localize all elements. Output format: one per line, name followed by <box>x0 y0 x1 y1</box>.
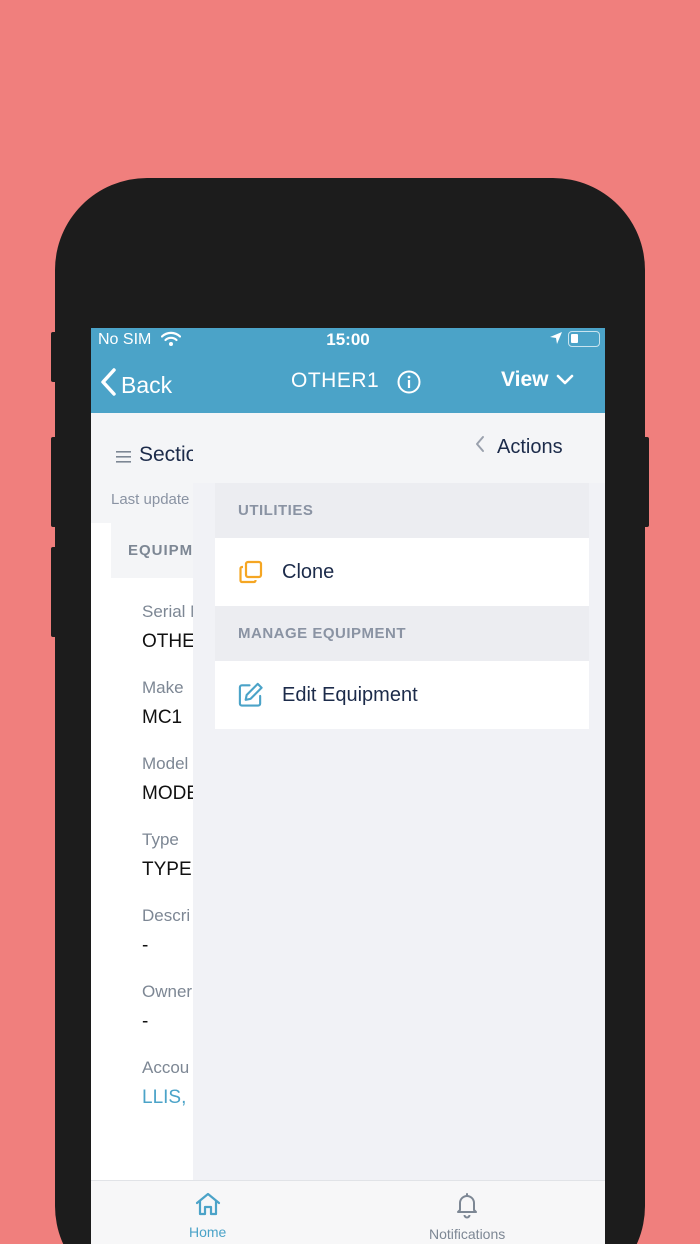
navigation-bar: Back OTHER1 View <box>91 354 605 413</box>
home-icon <box>194 1191 222 1220</box>
page-title: OTHER1 <box>291 369 380 392</box>
last-updated-text: Last update <box>111 491 190 508</box>
bell-icon <box>454 1191 480 1222</box>
info-icon[interactable] <box>397 370 421 399</box>
phone-volume-up <box>51 437 59 527</box>
field-value-account-link[interactable]: LLIS, I <box>142 1087 197 1109</box>
actions-panel-header: Actions <box>193 413 605 483</box>
tab-notifications[interactable]: Notifications <box>429 1191 505 1242</box>
equipment-section-title: EQUIPM <box>128 542 194 559</box>
edit-equipment-label: Edit Equipment <box>282 683 418 706</box>
menu-lines-icon[interactable] <box>116 450 132 469</box>
status-bar: No SIM 15:00 <box>91 328 605 354</box>
view-label: View <box>501 368 549 391</box>
back-label: Back <box>121 371 173 398</box>
phone-volume-down <box>51 547 59 637</box>
field-label-account: Accou <box>142 1058 190 1077</box>
actions-panel: Actions UTILITIES Clone MANAGE EQUIPMENT <box>193 413 605 1184</box>
actions-menu: UTILITIES Clone MANAGE EQUIPMENT Edit Eq… <box>215 483 589 729</box>
tab-home[interactable]: Home <box>189 1191 226 1240</box>
actions-back-button[interactable]: Actions <box>475 435 563 459</box>
chevron-left-icon <box>475 435 485 459</box>
location-arrow-icon <box>549 331 563 350</box>
field-value-serial: OTHE <box>142 631 195 652</box>
clone-label: Clone <box>282 560 335 583</box>
field-value-description: - <box>142 935 149 956</box>
battery-icon <box>568 331 600 347</box>
field-value-type: TYPE <box>142 859 192 880</box>
field-label-model: Model <box>142 754 189 773</box>
field-label-owner: Owner <box>142 982 193 1001</box>
actions-title: Actions <box>497 435 563 458</box>
field-label-make: Make <box>142 678 184 697</box>
field-label-description: Descri <box>142 906 191 925</box>
phone-screen: No SIM 15:00 Back OTHER1 View Sectio Las… <box>91 328 605 1244</box>
status-time: 15:00 <box>326 330 370 349</box>
phone-mute-switch <box>51 332 59 382</box>
phone-power-button <box>641 437 649 527</box>
view-menu-button[interactable]: View <box>501 368 574 392</box>
tab-notifications-label: Notifications <box>429 1226 506 1242</box>
clone-menu-item[interactable]: Clone <box>215 538 589 606</box>
menu-section-utilities: UTILITIES <box>215 483 589 538</box>
clone-icon <box>237 559 264 586</box>
field-value-owner: - <box>142 1011 149 1032</box>
back-button[interactable]: Back <box>99 367 172 403</box>
menu-section-manage-equipment: MANAGE EQUIPMENT <box>215 606 589 661</box>
field-label-type: Type <box>142 830 179 849</box>
tab-home-label: Home <box>189 1224 227 1240</box>
field-value-model: MODE <box>142 783 199 804</box>
field-value-make: MC1 <box>142 707 183 728</box>
sections-button[interactable]: Sectio <box>139 443 197 467</box>
chevron-left-icon <box>99 367 117 403</box>
edit-equipment-menu-item[interactable]: Edit Equipment <box>215 661 589 729</box>
chevron-down-icon <box>556 368 574 392</box>
edit-icon <box>237 682 264 709</box>
tab-bar: Home Notifications <box>91 1180 605 1244</box>
